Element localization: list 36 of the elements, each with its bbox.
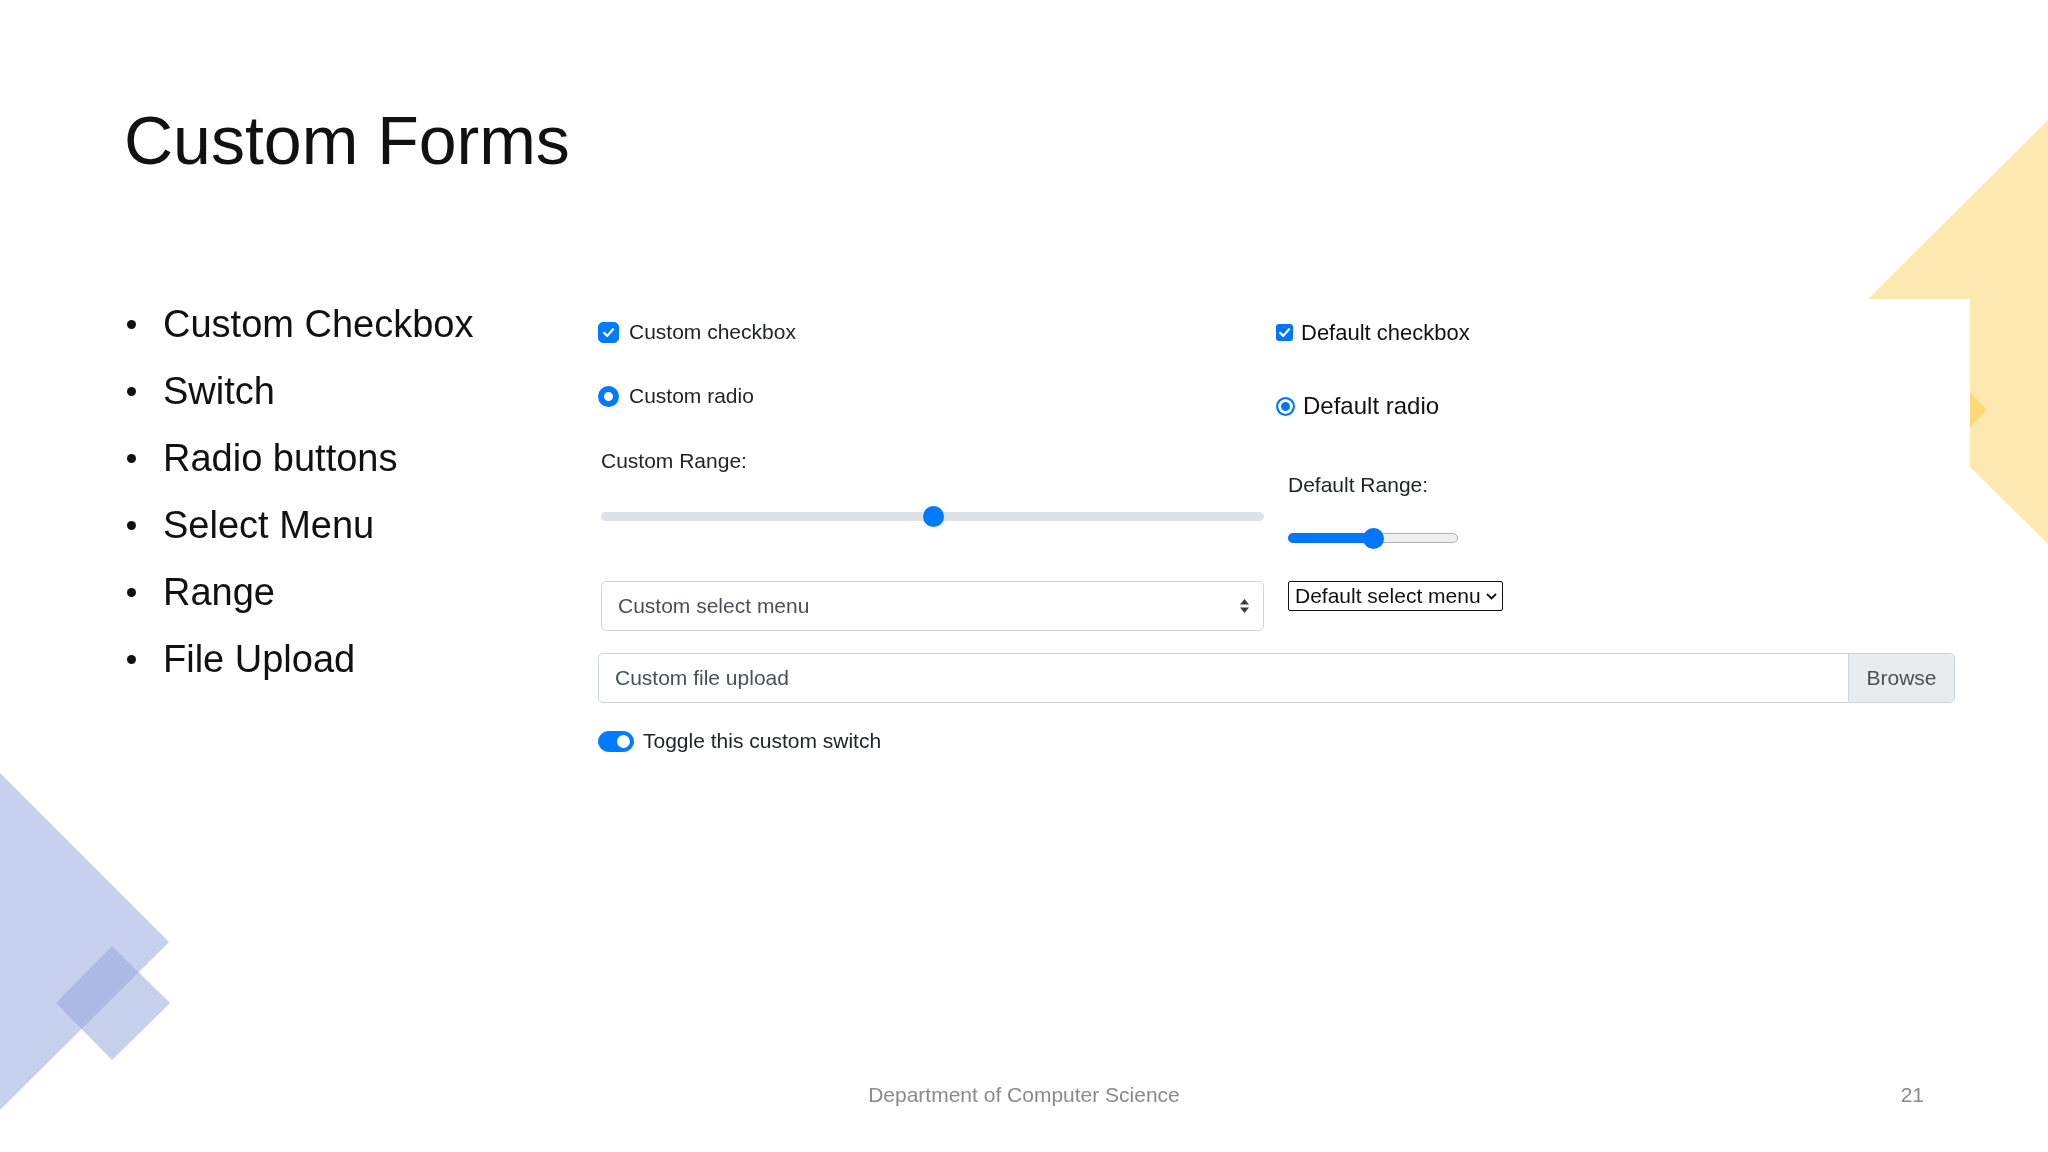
bullet-text: Select Menu: [163, 503, 375, 548]
bullet-text: File Upload: [163, 637, 356, 682]
file-upload-field[interactable]: Custom file upload Browse: [598, 653, 1955, 703]
bullet-icon: [127, 588, 136, 597]
range-label: Default Range:: [1288, 472, 1429, 499]
browse-button[interactable]: Browse: [1848, 654, 1954, 702]
radio-label: Default radio: [1303, 391, 1440, 421]
checkbox[interactable]: [1276, 323, 1293, 341]
select-menu[interactable]: Custom select menu: [601, 581, 1264, 631]
bullet-text: Switch: [163, 369, 275, 414]
range-label: Custom Range:: [601, 448, 747, 475]
slide-footer: Department of Computer Science: [868, 1078, 1180, 1110]
checkbox-label: Default checkbox: [1301, 318, 1470, 347]
checkbox-label: Custom checkbox: [629, 319, 796, 346]
range-thumb[interactable]: [1363, 528, 1384, 549]
slide-title: Custom Forms: [124, 106, 570, 174]
bullet-text: Custom Checkbox: [163, 302, 474, 347]
bullet-text: Radio buttons: [163, 436, 398, 481]
radio-label: Custom radio: [629, 383, 754, 410]
bullet-icon: [127, 655, 136, 664]
sort-caret-icon: [1240, 599, 1249, 613]
bullet-icon: [127, 320, 136, 329]
toggle-switch[interactable]: [598, 730, 634, 752]
chevron-down-icon: [1485, 592, 1497, 600]
bullet-text: Range: [163, 570, 275, 615]
checkbox[interactable]: [598, 321, 619, 343]
bullet-icon: [127, 521, 136, 530]
page-number: 21: [1900, 1081, 1924, 1108]
radio-button[interactable]: [598, 385, 619, 407]
switch-label: Toggle this custom switch: [643, 728, 882, 755]
range-thumb[interactable]: [922, 505, 944, 527]
radio-button[interactable]: [1276, 396, 1295, 416]
bullet-icon: [127, 387, 136, 396]
bullet-icon: [127, 454, 136, 463]
switch-knob: [617, 734, 630, 748]
select-menu[interactable]: Default select menu: [1288, 581, 1503, 611]
